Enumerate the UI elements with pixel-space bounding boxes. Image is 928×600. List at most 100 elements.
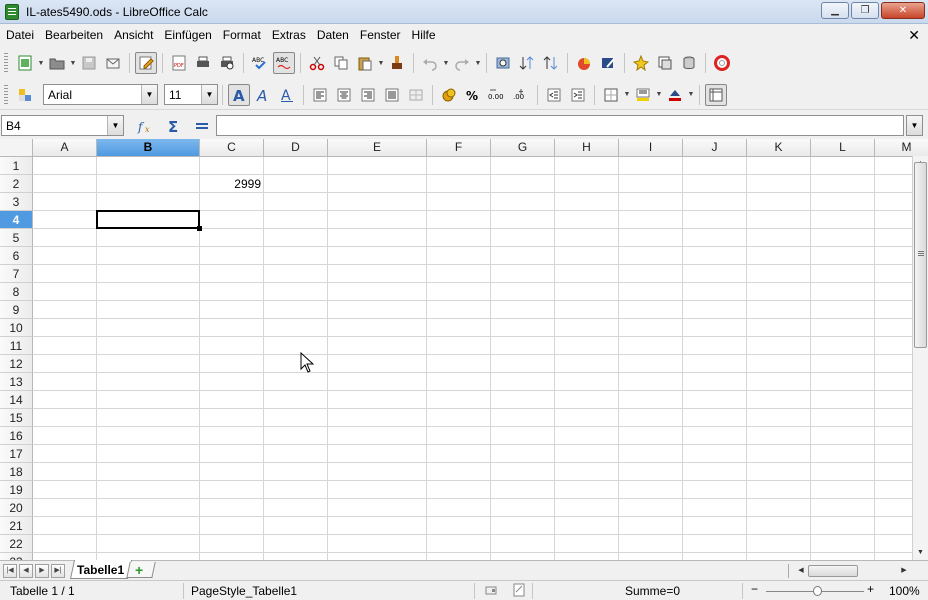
- name-box-dropdown-icon[interactable]: ▼: [107, 116, 123, 135]
- italic-icon[interactable]: A: [252, 84, 274, 106]
- font-size-dropdown-icon[interactable]: ▼: [201, 85, 217, 104]
- name-box[interactable]: B4 ▼: [1, 115, 124, 136]
- menu-ansicht[interactable]: Ansicht: [108, 28, 158, 42]
- menu-extras[interactable]: Extras: [266, 28, 311, 42]
- formula-expand-icon[interactable]: ▼: [906, 115, 923, 136]
- row-header-16[interactable]: 16: [0, 427, 33, 445]
- last-sheet-icon[interactable]: ▶|: [51, 564, 65, 578]
- borders-icon[interactable]: [600, 84, 622, 106]
- function-wizard-icon[interactable]: fx: [135, 115, 157, 137]
- insert-chart-icon[interactable]: [573, 52, 595, 74]
- sheet-tab-label[interactable]: Tabelle1: [77, 563, 124, 577]
- row-header-10[interactable]: 10: [0, 319, 33, 337]
- export-pdf-icon[interactable]: PDF: [168, 52, 190, 74]
- horizontal-scrollbar[interactable]: ◀ ▶: [788, 564, 910, 578]
- redo-icon[interactable]: [451, 52, 473, 74]
- toggle-grid-icon[interactable]: [705, 83, 727, 106]
- row-header-13[interactable]: 13: [0, 373, 33, 391]
- close-document-icon[interactable]: ✕: [908, 27, 920, 44]
- row-header-12[interactable]: 12: [0, 355, 33, 373]
- autospellcheck-icon[interactable]: ABC: [273, 52, 295, 74]
- active-cell-cursor[interactable]: [96, 210, 200, 229]
- formula-input[interactable]: [216, 115, 904, 136]
- row-header-17[interactable]: 17: [0, 445, 33, 463]
- column-header-j[interactable]: J: [683, 139, 747, 157]
- font-name-dropdown-icon[interactable]: ▼: [141, 85, 157, 104]
- merge-cells-icon[interactable]: [405, 84, 427, 106]
- redo-dropdown-icon[interactable]: ▼: [474, 60, 482, 67]
- open-dropdown-icon[interactable]: ▼: [69, 60, 77, 67]
- menu-daten[interactable]: Daten: [311, 28, 354, 42]
- row-header-8[interactable]: 8: [0, 283, 33, 301]
- toolbar-grip[interactable]: [4, 53, 8, 73]
- horizontal-scroll-thumb[interactable]: [808, 565, 858, 577]
- clone-formatting-icon[interactable]: [386, 52, 408, 74]
- vertical-scrollbar[interactable]: ▲ ▼: [912, 156, 928, 560]
- zoom-level[interactable]: 100%: [889, 584, 920, 598]
- justify-icon[interactable]: [381, 84, 403, 106]
- print-icon[interactable]: [192, 52, 214, 74]
- increase-indent-icon[interactable]: [567, 84, 589, 106]
- background-color-dropdown-icon[interactable]: ▼: [655, 91, 663, 98]
- font-name-combo[interactable]: Arial ▼: [43, 84, 158, 105]
- align-center-icon[interactable]: [333, 84, 355, 106]
- toolbar-grip[interactable]: [4, 84, 8, 105]
- sort-ascending-icon[interactable]: [516, 52, 538, 74]
- row-header-15[interactable]: 15: [0, 409, 33, 427]
- column-header-c[interactable]: C: [200, 139, 264, 157]
- row-header-4[interactable]: 4: [0, 211, 33, 229]
- menu-datei[interactable]: Datei: [0, 28, 39, 42]
- scroll-left-icon[interactable]: ◀: [795, 564, 807, 578]
- row-header-20[interactable]: 20: [0, 499, 33, 517]
- add-decimal-icon[interactable]: .00: [510, 84, 532, 106]
- styles-icon[interactable]: [14, 84, 36, 106]
- menu-hilfe[interactable]: Hilfe: [406, 28, 441, 42]
- insert-frame-icon[interactable]: [654, 52, 676, 74]
- menu-bearbeiten[interactable]: Bearbeiten: [39, 28, 108, 42]
- paste-icon[interactable]: [354, 52, 376, 74]
- column-header-l[interactable]: L: [811, 139, 875, 157]
- sum-icon[interactable]: Σ: [163, 115, 185, 137]
- undo-dropdown-icon[interactable]: ▼: [442, 60, 450, 67]
- cell-c2[interactable]: 2999: [200, 175, 261, 193]
- font-color-dropdown-icon[interactable]: ▼: [687, 91, 695, 98]
- column-header-b[interactable]: B: [97, 139, 200, 157]
- column-header-g[interactable]: G: [491, 139, 555, 157]
- row-header-1[interactable]: 1: [0, 157, 33, 175]
- decrease-indent-icon[interactable]: [543, 84, 565, 106]
- column-header-d[interactable]: D: [264, 139, 328, 157]
- vertical-scroll-thumb[interactable]: [914, 162, 927, 348]
- column-header-h[interactable]: H: [555, 139, 619, 157]
- function-icon[interactable]: [191, 115, 213, 137]
- paste-dropdown-icon[interactable]: ▼: [377, 60, 385, 67]
- row-header-7[interactable]: 7: [0, 265, 33, 283]
- sort-descending-icon[interactable]: [540, 52, 562, 74]
- row-header-5[interactable]: 5: [0, 229, 33, 247]
- font-size-combo[interactable]: 11 ▼: [164, 84, 218, 105]
- column-header-e[interactable]: E: [328, 139, 427, 157]
- menu-einfuegen[interactable]: Einfügen: [158, 28, 216, 42]
- underline-icon[interactable]: A: [276, 84, 298, 106]
- row-header-21[interactable]: 21: [0, 517, 33, 535]
- data-sources-icon[interactable]: [678, 52, 700, 74]
- currency-format-icon[interactable]: [438, 84, 460, 106]
- font-color-icon[interactable]: [664, 84, 686, 106]
- spreadsheet-grid[interactable]: A B C D E F G H I J K L M 1 2 3 4 5 6 7 8 9 10 11 12 13 14 15 16 17 18…: [0, 139, 928, 560]
- row-header-9[interactable]: 9: [0, 301, 33, 319]
- document-modified-icon[interactable]: [512, 583, 526, 600]
- column-header-a[interactable]: A: [33, 139, 97, 157]
- help-icon[interactable]: [711, 52, 733, 74]
- zoom-out-icon[interactable]: −: [751, 582, 758, 596]
- next-sheet-icon[interactable]: ▶: [35, 564, 49, 578]
- align-left-icon[interactable]: [309, 84, 331, 106]
- print-preview-icon[interactable]: [216, 52, 238, 74]
- fill-handle[interactable]: [197, 226, 202, 231]
- row-header-14[interactable]: 14: [0, 391, 33, 409]
- borders-dropdown-icon[interactable]: ▼: [623, 91, 631, 98]
- select-all-corner[interactable]: [0, 139, 33, 157]
- selection-mode-icon[interactable]: [484, 583, 498, 600]
- row-header-22[interactable]: 22: [0, 535, 33, 553]
- column-header-f[interactable]: F: [427, 139, 491, 157]
- zoom-slider-handle[interactable]: [812, 586, 822, 596]
- row-header-19[interactable]: 19: [0, 481, 33, 499]
